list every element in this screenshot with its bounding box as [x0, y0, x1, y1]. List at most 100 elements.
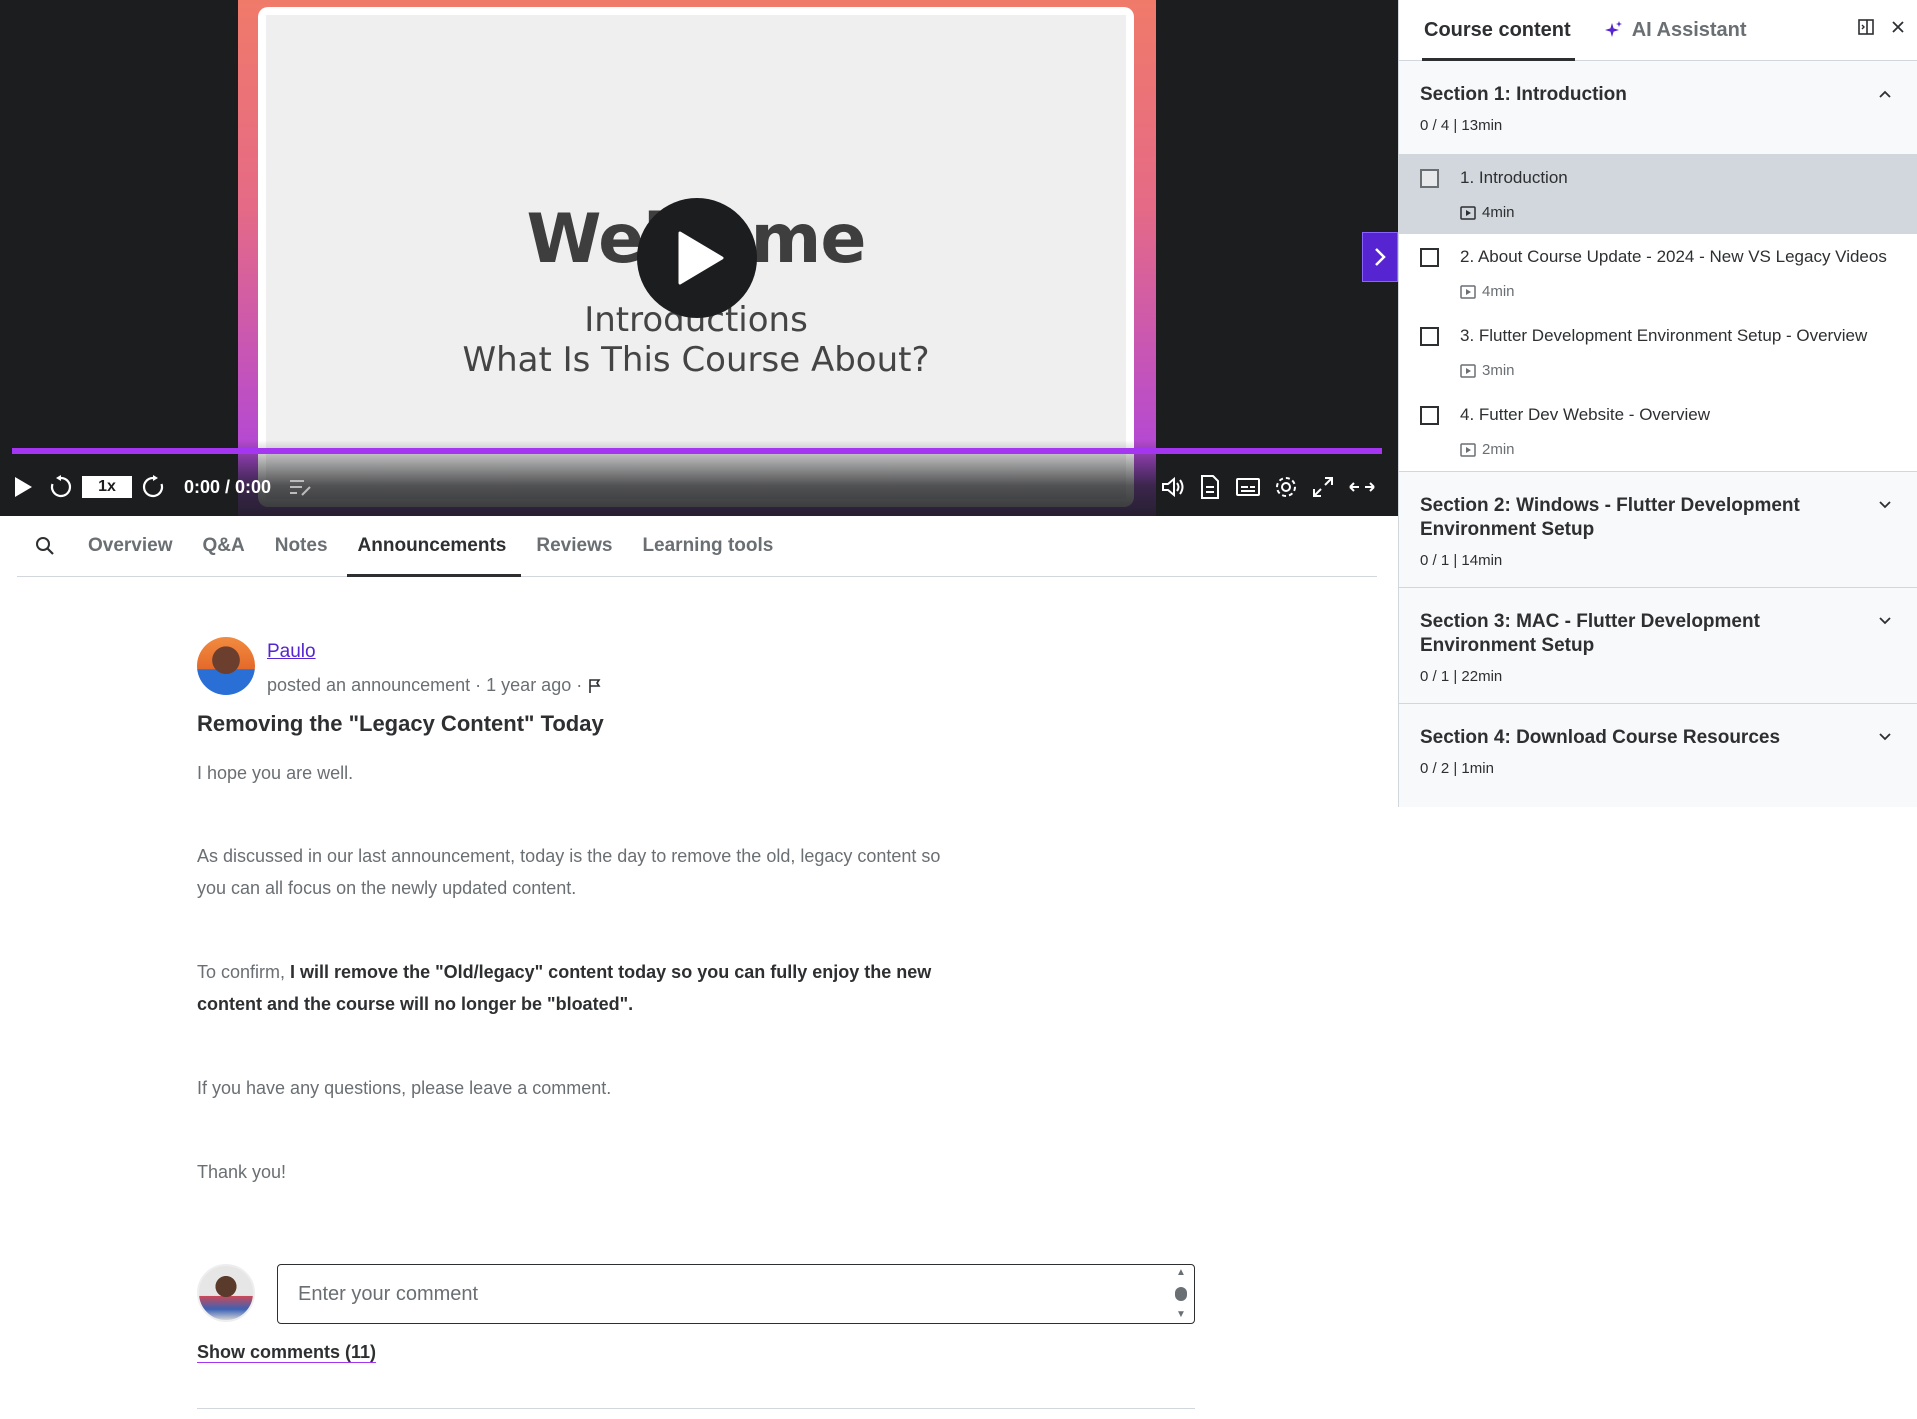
volume-button[interactable] [1160, 474, 1186, 500]
duration-text: 4min [1482, 283, 1515, 300]
lecture-item[interactable]: 1. Introduction 4min [1399, 155, 1917, 234]
scroll-up-icon: ▲ [1176, 1267, 1186, 1278]
chevron-right-icon [1375, 248, 1386, 266]
lecture-duration: 3min [1460, 362, 1515, 379]
lecture-item[interactable]: 2. About Course Update - 2024 - New VS L… [1399, 234, 1917, 313]
lecture-item[interactable]: 3. Flutter Development Environment Setup… [1399, 313, 1917, 392]
author-link[interactable]: Paulo [267, 641, 316, 663]
section-meta: 0 / 1 | 22min [1420, 668, 1503, 685]
section-4[interactable]: Section 4: Download Course Resources 0 /… [1399, 704, 1917, 795]
video-player[interactable]: Welcome Introductions What Is This Cours… [0, 0, 1398, 516]
transcript-icon [290, 480, 311, 496]
speed-button[interactable]: 1x [82, 476, 132, 498]
volume-icon [1162, 476, 1184, 498]
time-display: 0:00 / 0:00 [184, 477, 272, 497]
forward-button[interactable] [140, 474, 166, 500]
announcement-paragraph: If you have any questions, please leave … [197, 1078, 612, 1098]
announcement-paragraph: Thank you! [197, 1162, 287, 1182]
panel-icon[interactable] [1857, 18, 1875, 36]
rewind-button[interactable] [48, 474, 74, 500]
section-1[interactable]: Section 1: Introduction 0 / 4 | 13min [1399, 61, 1917, 155]
lecture-duration: 2min [1460, 441, 1515, 458]
divider [197, 1408, 1195, 1409]
lecture-checkbox[interactable] [1420, 327, 1439, 346]
author-avatar[interactable] [197, 637, 255, 695]
search-tab[interactable] [17, 516, 73, 576]
video-icon [1460, 442, 1476, 457]
chevron-down-icon [1879, 733, 1891, 741]
duration-text: 4min [1482, 204, 1515, 221]
close-icon[interactable] [1889, 18, 1907, 36]
chevron-down-icon [1879, 501, 1891, 509]
big-play-button[interactable] [637, 198, 757, 318]
announcement-paragraph: I hope you are well. [197, 763, 354, 783]
section-meta: 0 / 4 | 13min [1420, 117, 1503, 134]
show-comments-link[interactable]: Show comments (11) [197, 1342, 376, 1363]
fullscreen-icon [1313, 477, 1333, 497]
paragraph-prefix: To confirm, [197, 962, 291, 982]
expand-button[interactable] [1348, 474, 1376, 500]
settings-icon [1276, 477, 1296, 497]
tab-course-content[interactable]: Course content [1422, 0, 1575, 61]
forward-icon [142, 475, 164, 498]
comment-scrollbar[interactable]: ▲ ▼ [1173, 1268, 1189, 1320]
lecture-checkbox[interactable] [1420, 248, 1439, 267]
section-2[interactable]: Section 2: Windows - Flutter Development… [1399, 472, 1917, 588]
section-title: Section 1: Introduction [1420, 84, 1627, 105]
ai-assistant-label: AI Assistant [1631, 18, 1747, 41]
announcement-title: Removing the "Legacy Content" Today [197, 711, 604, 736]
video-icon [1460, 205, 1476, 220]
lecture-title: 2. About Course Update - 2024 - New VS L… [1460, 247, 1887, 266]
section-meta: 0 / 2 | 1min [1420, 760, 1494, 777]
sidebar-tabs: Course content AI Assistant [1399, 0, 1917, 61]
announcement-paragraph: As discussed in our last announcement, t… [197, 846, 941, 898]
announcement-paragraph: To confirm, I will remove the "Old/legac… [197, 956, 957, 1020]
comment-input[interactable] [277, 1264, 1195, 1324]
tab-reviews[interactable]: Reviews [521, 516, 627, 576]
lecture-duration: 4min [1460, 283, 1515, 300]
scroll-down-icon: ▼ [1176, 1309, 1186, 1320]
lecture-title: 3. Flutter Development Environment Setup… [1460, 326, 1868, 345]
posted-text: posted an announcement · 1 year ago · [267, 675, 583, 695]
play-button[interactable] [12, 474, 34, 500]
video-icon [1460, 284, 1476, 299]
lecture-duration: 4min [1460, 204, 1515, 221]
video-icon [1460, 363, 1476, 378]
flag-icon[interactable] [588, 678, 602, 694]
section-meta: 0 / 1 | 14min [1420, 552, 1503, 569]
search-icon [36, 537, 54, 555]
tab-announcements[interactable]: Announcements [343, 516, 522, 577]
section-3[interactable]: Section 3: MAC - Flutter Development Env… [1399, 588, 1917, 704]
captions-button[interactable] [1235, 474, 1261, 500]
announcement: Paulo posted an announcement · 1 year ag… [197, 637, 1197, 1409]
sparkle-icon [1604, 21, 1622, 37]
sidebar-toggle-button[interactable] [1362, 232, 1398, 282]
play-icon [678, 231, 724, 285]
tab-overview[interactable]: Overview [73, 516, 188, 576]
settings-button[interactable] [1273, 474, 1299, 500]
section-title: Section 4: Download Course Resources [1420, 727, 1781, 748]
comment-row: ▲ ▼ [197, 1264, 1197, 1324]
scroll-thumb[interactable] [1175, 1287, 1187, 1301]
notes-icon [1201, 475, 1219, 499]
tab-learning-tools[interactable]: Learning tools [627, 516, 788, 576]
section-title: Section 3: MAC - Flutter Development Env… [1420, 611, 1760, 656]
tab-qa[interactable]: Q&A [188, 516, 260, 576]
lecture-checkbox[interactable] [1420, 169, 1439, 188]
fullscreen-button[interactable] [1311, 474, 1335, 500]
section-title: Section 2: Windows - Flutter Development… [1420, 495, 1800, 540]
lecture-checkbox[interactable] [1420, 406, 1439, 425]
tab-notes[interactable]: Notes [260, 516, 343, 576]
notes-button[interactable] [1199, 474, 1221, 500]
progress-bar[interactable] [12, 448, 1382, 454]
transcript-button[interactable] [288, 474, 314, 500]
rewind-icon [50, 475, 72, 498]
content-tabs: Overview Q&A Notes Announcements Reviews… [17, 516, 1377, 577]
tab-ai-assistant[interactable]: AI Assistant [1604, 0, 1747, 60]
paragraph-bold: I will remove the "Old/legacy" content t… [197, 962, 932, 1014]
play-icon [15, 477, 32, 497]
lecture-list: 1. Introduction 4min 2. About Course Upd… [1399, 155, 1917, 472]
chevron-down-icon [1879, 617, 1891, 625]
lecture-item[interactable]: 4. Futter Dev Website - Overview 2min [1399, 392, 1917, 471]
lecture-title: 4. Futter Dev Website - Overview [1460, 405, 1711, 424]
